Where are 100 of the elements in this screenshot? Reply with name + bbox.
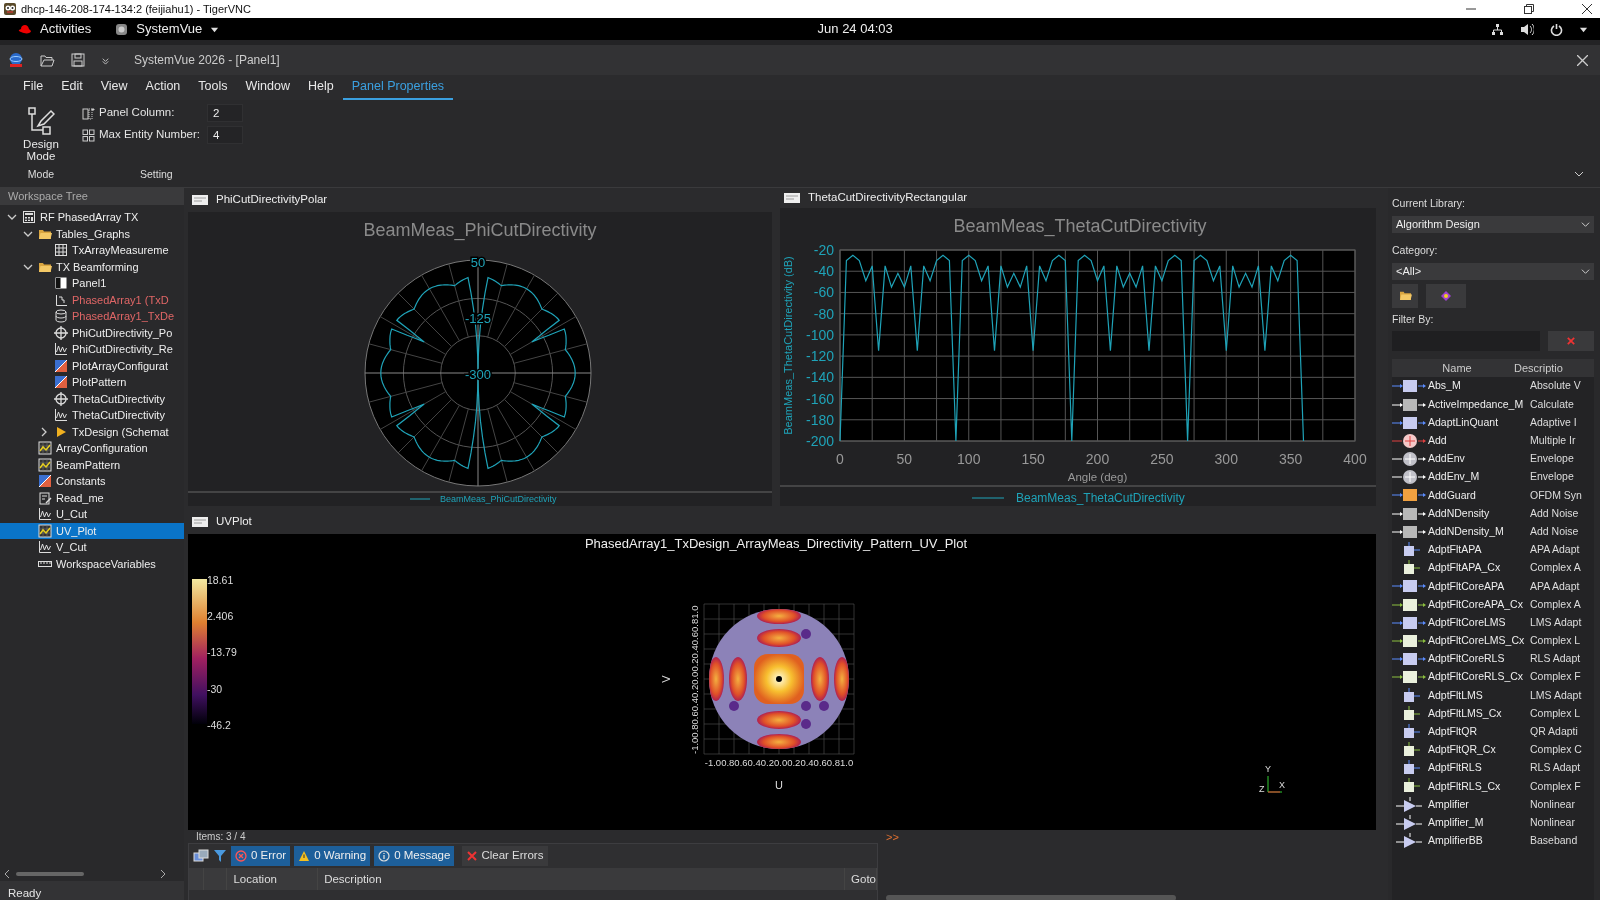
axis-tick-label: -200 [805, 433, 834, 449]
save-icon[interactable] [71, 53, 85, 67]
panel-title: ThetaCutDirectivityRectangular [808, 190, 968, 206]
menu-item[interactable]: View [91, 75, 137, 100]
axes-icon [54, 292, 68, 307]
filter-icon[interactable] [213, 849, 227, 863]
table-cell-text: AdptFltRLS_Cx [1428, 778, 1502, 794]
tree-item[interactable]: ThetaCutDirectivity [0, 390, 184, 407]
column-header[interactable]: Location [227, 868, 319, 890]
folder-button[interactable] [1392, 283, 1418, 308]
column-header[interactable]: Goto [845, 868, 877, 890]
tree-item[interactable]: PlotArrayConfigurat [0, 357, 184, 374]
table-cell-text: AmplifierBB [1428, 833, 1484, 849]
note-icon [38, 490, 52, 505]
horizontal-scrollbar[interactable] [886, 895, 1176, 900]
table-cell-text: Adaptive I [1530, 414, 1577, 430]
tree-item[interactable]: PhiCutDirectivity_Re [0, 341, 184, 358]
dropdown-icon[interactable] [101, 55, 110, 65]
table-cell-text: RLS Adapt [1530, 760, 1581, 776]
table-cell-text: AdptFltAPA_Cx [1428, 560, 1502, 576]
collapse-icon[interactable] [1574, 169, 1584, 179]
block-icon [1392, 487, 1426, 504]
filter-button[interactable]: 0 Warning [294, 846, 371, 866]
app-menu[interactable]: SystemVue [115, 19, 220, 39]
menu-item[interactable]: Window [236, 75, 299, 100]
number-field[interactable]: 2 [207, 104, 243, 122]
column-header[interactable]: Descriptio [1500, 360, 1563, 377]
block-icon [1403, 705, 1421, 722]
colorbar-label: -13.79 [207, 646, 237, 659]
filter-button[interactable]: 0 Message [374, 846, 455, 866]
tree-item[interactable]: TX Beamforming [0, 258, 184, 275]
tree-item[interactable]: TxDesign (Schemat [0, 423, 184, 440]
windows-icon[interactable] [193, 849, 209, 863]
tree-item[interactable]: V_Cut [0, 539, 184, 556]
clock[interactable]: Jun 24 04:03 [817, 19, 893, 39]
colorbar-label: -30 [207, 682, 223, 695]
table-cell-text: AddEnv [1428, 451, 1466, 467]
tree-item[interactable]: RF PhasedArray TX [0, 209, 184, 226]
tree-item[interactable]: Tables_Graphs [0, 225, 184, 242]
tree-item[interactable]: UV_Plot [0, 522, 184, 539]
design-mode-button[interactable]: Design Mode [16, 104, 66, 165]
tree-item[interactable]: PhasedArray1_TxDe [0, 308, 184, 325]
table-cell-text: AdptFltLMS [1428, 687, 1484, 703]
close-icon[interactable] [1582, 4, 1592, 14]
table-cell-text: Complex A [1530, 560, 1581, 576]
clear-button[interactable] [1548, 331, 1594, 352]
restore-icon[interactable] [1524, 4, 1534, 14]
menu-item[interactable]: Tools [189, 75, 237, 100]
axis-tick-label: -80 [813, 305, 834, 322]
number-field[interactable]: 4 [207, 126, 243, 144]
tree-item[interactable]: Constants [0, 473, 184, 490]
tree-item[interactable]: BeamPattern [0, 456, 184, 473]
tree-item[interactable]: ArrayConfiguration [0, 440, 184, 457]
column-header[interactable]: Name [1392, 360, 1500, 377]
wizard-button[interactable] [1426, 283, 1466, 308]
activities-button[interactable]: Activities [18, 19, 92, 39]
table-cell: Multiple Ir [1530, 433, 1576, 449]
waveform-icon [38, 507, 52, 522]
window-title: dhcp-146-208-174-134:2 (feijiahu1) - TigerVNC [21, 1, 251, 17]
tree-item[interactable]: U_Cut [0, 506, 184, 523]
panel-icon [784, 193, 800, 203]
tree-item[interactable]: PlotPattern [0, 374, 184, 391]
network-icon[interactable] [1491, 22, 1504, 36]
clear-errors-button[interactable]: Clear Errors [462, 846, 549, 866]
warning-icon [298, 850, 311, 862]
axis-label: Angle (deg) [1067, 471, 1128, 483]
table-cell-text: Amplifier [1428, 796, 1470, 812]
items-count: Items: 3 / 4 [196, 830, 246, 843]
tree-item[interactable]: ThetaCutDirectivity [0, 407, 184, 424]
field-label: Panel Column: [99, 105, 176, 121]
dropdown[interactable]: Algorithm Design [1392, 215, 1594, 233]
tree-item[interactable]: PhiCutDirectivity_Po [0, 324, 184, 341]
info-icon [378, 850, 391, 862]
filter-button[interactable]: 0 Error [231, 846, 291, 866]
column-header[interactable]: Description [318, 868, 846, 890]
tree-item[interactable]: Panel1 [0, 275, 184, 292]
open-folder-icon[interactable] [40, 53, 55, 67]
volume-icon[interactable] [1520, 22, 1534, 36]
menu-item[interactable]: Action [136, 75, 190, 100]
menu-item[interactable]: Edit [52, 75, 92, 100]
menu-item[interactable]: Help [299, 75, 343, 100]
axis-label: BeamMeas_ThetaCutDirectivity (dB) [782, 256, 794, 435]
axis-tick-label: 400 [1343, 451, 1367, 467]
dropdown[interactable]: <All> [1392, 262, 1594, 280]
menu-item[interactable]: File [14, 75, 53, 100]
table-cell-text: Calculate [1530, 396, 1574, 412]
table-cell-text: Complex F [1530, 669, 1581, 685]
block-icon [1392, 614, 1426, 631]
tree-item[interactable]: Read_me [0, 489, 184, 506]
panel-icon [54, 276, 68, 291]
tree-item[interactable]: WorkspaceVariables [0, 555, 184, 572]
app-logo-icon[interactable] [8, 52, 24, 68]
power-icon[interactable] [1550, 22, 1563, 36]
group-label: Mode [27, 167, 55, 183]
block-icon [1403, 778, 1421, 795]
tree-item[interactable]: PhasedArray1 (TxD [0, 291, 184, 308]
gradient-square-icon [54, 358, 68, 373]
folder-icon [1398, 290, 1412, 301]
heatmap-lobe [757, 734, 801, 749]
tree-item[interactable]: TxArrayMeasureme [0, 242, 184, 259]
